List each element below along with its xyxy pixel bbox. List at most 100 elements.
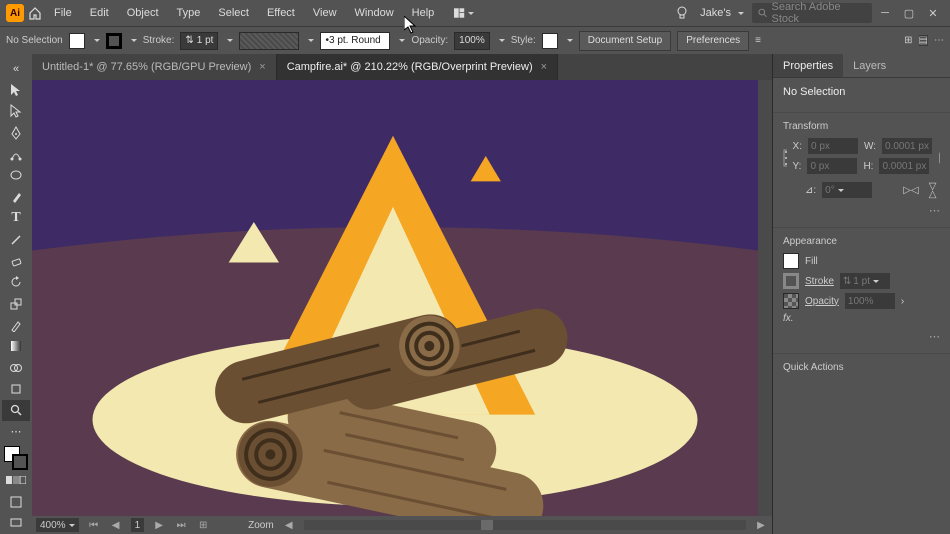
more-icon[interactable]: ⋯ bbox=[934, 35, 944, 46]
menu-view[interactable]: View bbox=[305, 3, 345, 23]
stroke-weight-panel[interactable]: ⇅1 pt bbox=[840, 273, 890, 289]
flip-v-icon[interactable]: ▷◁ bbox=[927, 182, 938, 197]
tab-untitled[interactable]: Untitled-1* @ 77.65% (RGB/GPU Preview)× bbox=[32, 54, 277, 80]
next-artboard-icon[interactable]: ▶ bbox=[152, 518, 166, 532]
y-field[interactable]: 0 px bbox=[807, 158, 857, 174]
stroke-dropdown[interactable] bbox=[128, 35, 137, 46]
w-field[interactable]: 0.0001 px bbox=[882, 138, 932, 154]
brush-dropdown[interactable] bbox=[396, 35, 405, 46]
artboard-number[interactable]: 1 bbox=[131, 518, 145, 532]
transform-more-icon[interactable]: ⋯ bbox=[783, 202, 940, 219]
first-artboard-icon[interactable]: ⏮ bbox=[87, 518, 101, 532]
profile-dropdown[interactable] bbox=[305, 35, 314, 46]
maximize-icon[interactable]: ▢ bbox=[902, 6, 916, 20]
workspace-switcher[interactable]: Jake's bbox=[694, 5, 750, 21]
opacity-chip[interactable] bbox=[783, 293, 799, 309]
stroke-chip[interactable] bbox=[783, 273, 799, 289]
menu-type[interactable]: Type bbox=[169, 3, 209, 23]
tab-close-icon[interactable]: × bbox=[259, 61, 265, 73]
line-tool[interactable] bbox=[2, 229, 30, 250]
shape-builder-tool[interactable] bbox=[2, 357, 30, 378]
prev-artboard-icon[interactable]: ◀ bbox=[109, 518, 123, 532]
opacity-link[interactable]: Opacity bbox=[805, 296, 839, 307]
scroll-left-icon[interactable]: ◀ bbox=[282, 518, 296, 532]
document-setup-button[interactable]: Document Setup bbox=[579, 31, 672, 51]
vertical-scrollbar[interactable] bbox=[758, 80, 772, 516]
artboard-nav-icon[interactable]: ⊞ bbox=[196, 518, 210, 532]
brush-tool[interactable] bbox=[2, 186, 30, 207]
artboard-tool[interactable] bbox=[2, 378, 30, 399]
menu-file[interactable]: File bbox=[46, 3, 80, 23]
zoom-level[interactable]: 400% bbox=[36, 518, 79, 532]
tab-campfire[interactable]: Campfire.ai* @ 210.22% (RGB/Overprint Pr… bbox=[277, 54, 558, 80]
zoom-tool[interactable] bbox=[2, 400, 30, 421]
canvas[interactable] bbox=[32, 80, 758, 516]
fill-stroke-swatches[interactable] bbox=[4, 446, 28, 469]
menu-object[interactable]: Object bbox=[119, 3, 167, 23]
eraser-tool[interactable] bbox=[2, 250, 30, 271]
opacity-dropdown[interactable] bbox=[496, 35, 505, 46]
stroke-weight-field[interactable]: ⇅1 pt bbox=[180, 32, 218, 50]
lightbulb-icon[interactable] bbox=[672, 3, 692, 23]
stroke-profile[interactable] bbox=[239, 32, 299, 50]
rectangle-tool[interactable] bbox=[2, 165, 30, 186]
reference-point-icon[interactable] bbox=[783, 149, 787, 167]
eyedropper-tool[interactable] bbox=[2, 314, 30, 335]
opacity-panel-field[interactable]: 100% bbox=[845, 293, 895, 309]
arrange-icon[interactable] bbox=[454, 3, 474, 23]
fill-chip[interactable] bbox=[783, 253, 799, 269]
transform-title: Transform bbox=[783, 121, 940, 132]
search-input[interactable]: Search Adobe Stock bbox=[752, 3, 872, 23]
brush-field[interactable]: • 3 pt. Round bbox=[320, 32, 390, 50]
direct-selection-tool[interactable] bbox=[2, 101, 30, 122]
home-icon[interactable] bbox=[26, 4, 44, 22]
scale-tool[interactable] bbox=[2, 293, 30, 314]
appearance-more-icon[interactable]: ⋯ bbox=[783, 328, 940, 345]
fx-button[interactable]: fx. bbox=[783, 313, 794, 324]
link-icon[interactable] bbox=[938, 149, 940, 167]
last-artboard-icon[interactable]: ⏭ bbox=[174, 518, 188, 532]
menu-window[interactable]: Window bbox=[347, 3, 402, 23]
menu-effect[interactable]: Effect bbox=[259, 3, 303, 23]
opacity-label: Opacity: bbox=[411, 35, 448, 46]
x-field[interactable]: 0 px bbox=[808, 138, 858, 154]
selection-tool[interactable] bbox=[2, 79, 30, 100]
flip-h-icon[interactable]: ▷◁ bbox=[903, 185, 918, 196]
curvature-tool[interactable] bbox=[2, 143, 30, 164]
h-field[interactable]: 0.0001 px bbox=[879, 158, 929, 174]
rotate-tool[interactable] bbox=[2, 272, 30, 293]
left-toolbar: « T ⋯ bbox=[0, 54, 32, 534]
fill-swatch[interactable] bbox=[69, 33, 85, 49]
stroke-swatch[interactable] bbox=[106, 33, 122, 49]
close-icon[interactable]: ✕ bbox=[926, 6, 940, 20]
scroll-right-icon[interactable]: ▶ bbox=[754, 518, 768, 532]
tab-layers[interactable]: Layers bbox=[843, 54, 896, 77]
stroke-link[interactable]: Stroke bbox=[805, 276, 834, 287]
screen-mode-icon[interactable] bbox=[2, 513, 30, 534]
grid-icon[interactable]: ⊞ bbox=[904, 35, 912, 46]
gradient-tool[interactable] bbox=[2, 336, 30, 357]
angle-field[interactable]: 0° bbox=[822, 182, 872, 198]
preferences-button[interactable]: Preferences bbox=[677, 31, 749, 51]
menu-help[interactable]: Help bbox=[404, 3, 443, 23]
stroke-weight-dropdown[interactable] bbox=[224, 35, 233, 46]
panel-icon[interactable]: ▤ bbox=[919, 35, 928, 46]
color-mode-icon[interactable] bbox=[2, 470, 30, 491]
horizontal-scrollbar[interactable] bbox=[304, 520, 746, 530]
menu-select[interactable]: Select bbox=[210, 3, 257, 23]
draw-mode-icon[interactable] bbox=[2, 491, 30, 512]
fill-dropdown[interactable] bbox=[91, 35, 100, 46]
pen-tool[interactable] bbox=[2, 122, 30, 143]
tab-close-icon[interactable]: × bbox=[541, 61, 547, 73]
tab-properties[interactable]: Properties bbox=[773, 54, 843, 77]
chevron-right-icon[interactable]: › bbox=[901, 296, 904, 307]
align-icon[interactable]: ≡ bbox=[755, 35, 761, 46]
collapse-icon[interactable]: « bbox=[2, 58, 30, 79]
minimize-icon[interactable]: ─ bbox=[878, 6, 892, 20]
opacity-field[interactable]: 100% bbox=[454, 32, 490, 50]
menu-edit[interactable]: Edit bbox=[82, 3, 117, 23]
edit-toolbar-icon[interactable]: ⋯ bbox=[2, 421, 30, 442]
style-swatch[interactable] bbox=[542, 33, 558, 49]
type-tool[interactable]: T bbox=[2, 208, 30, 229]
style-dropdown[interactable] bbox=[564, 35, 573, 46]
